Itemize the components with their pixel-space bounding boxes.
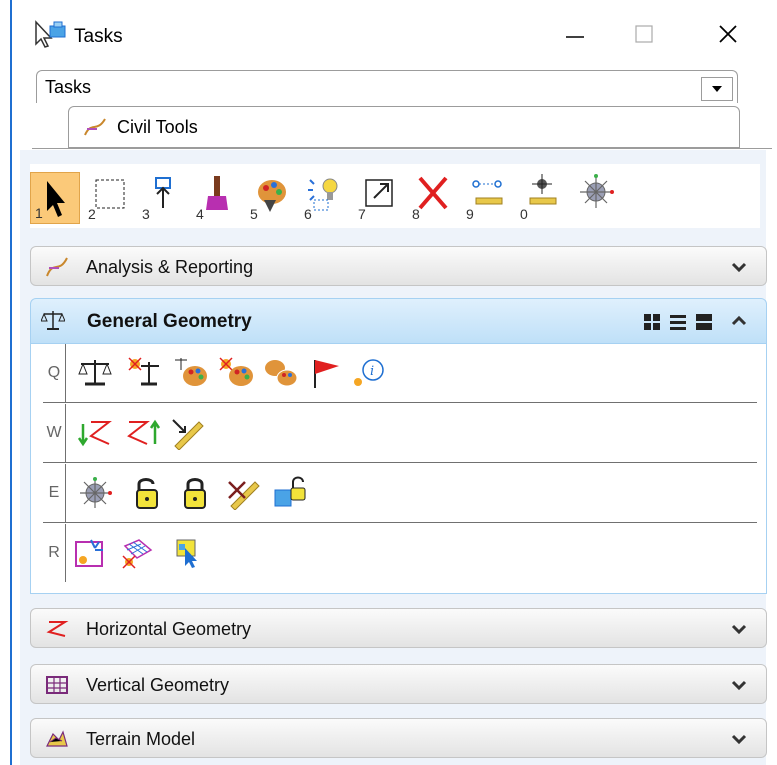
maximize-button[interactable] bbox=[621, 14, 667, 54]
row-key: Q bbox=[43, 344, 66, 402]
zigzag-up-icon[interactable] bbox=[125, 416, 161, 450]
group-horizontal-geometry[interactable]: Horizontal Geometry bbox=[30, 608, 767, 648]
tool-light-bulb[interactable]: 6 bbox=[300, 172, 350, 224]
tool-paint[interactable]: 4 bbox=[192, 172, 242, 224]
analysis-reporting-icon bbox=[46, 257, 68, 277]
general-geometry-tools: Q i W E R bbox=[30, 344, 767, 594]
chevron-down-icon bbox=[731, 734, 747, 745]
unlock-element-icon[interactable] bbox=[271, 476, 307, 510]
chevron-down-icon bbox=[731, 262, 747, 273]
terrain-model-icon bbox=[46, 730, 68, 747]
tool-number: 5 bbox=[250, 206, 258, 222]
tool-delete[interactable]: 8 bbox=[408, 172, 458, 224]
main-toolbar: 1 2 3 4 5 6 7 8 9 0 bbox=[30, 164, 760, 228]
chevron-down-icon bbox=[731, 624, 747, 635]
tool-row-r: R bbox=[43, 524, 757, 582]
title-bar[interactable]: Tasks bbox=[12, 0, 777, 70]
horizontal-geometry-icon bbox=[46, 621, 69, 637]
ruler-arrow-icon[interactable] bbox=[169, 416, 205, 450]
grid-view-icon[interactable] bbox=[642, 312, 662, 332]
maximize-icon bbox=[635, 25, 653, 43]
balance-icon bbox=[41, 311, 65, 330]
balance-icon[interactable] bbox=[77, 356, 113, 390]
minimize-icon bbox=[566, 36, 584, 38]
tool-number: 4 bbox=[196, 206, 204, 222]
civil-tools-tab[interactable]: Civil Tools bbox=[68, 106, 740, 148]
balance-spark-icon[interactable] bbox=[127, 356, 163, 390]
palette-pair-icon[interactable] bbox=[263, 356, 299, 390]
chevron-up-icon[interactable] bbox=[730, 312, 748, 330]
group-terrain-model[interactable]: Terrain Model bbox=[30, 718, 767, 758]
tool-number: 9 bbox=[466, 206, 474, 222]
highlight-point-icon[interactable] bbox=[73, 536, 109, 570]
detail-view-icon[interactable] bbox=[694, 312, 714, 332]
tool-select[interactable]: 1 bbox=[30, 172, 80, 224]
view-mode-switcher bbox=[642, 312, 714, 332]
zigzag-down-icon[interactable] bbox=[77, 416, 113, 450]
group-vertical-geometry[interactable]: Vertical Geometry bbox=[30, 664, 767, 704]
close-icon bbox=[719, 25, 737, 43]
tool-number: 2 bbox=[88, 206, 96, 222]
tab-divider bbox=[32, 148, 772, 149]
tool-snap[interactable] bbox=[570, 172, 620, 224]
row-key: E bbox=[43, 464, 66, 522]
ruler-cross-icon[interactable] bbox=[225, 476, 261, 510]
minimize-button[interactable] bbox=[552, 14, 598, 54]
flag-icon[interactable] bbox=[309, 356, 345, 390]
civil-tools-label: Civil Tools bbox=[117, 117, 198, 137]
tasks-tab[interactable]: Tasks bbox=[36, 70, 738, 103]
tool-number: 8 bbox=[412, 206, 420, 222]
mesh-spark-icon[interactable] bbox=[119, 536, 155, 570]
tasks-tab-label: Tasks bbox=[45, 77, 92, 97]
snap-icon bbox=[580, 174, 614, 208]
vertical-geometry-icon bbox=[46, 676, 68, 694]
select-cursor-icon[interactable] bbox=[171, 536, 207, 570]
group-label: Terrain Model bbox=[86, 729, 196, 749]
civil-tools-icon bbox=[84, 118, 106, 136]
tasks-dropdown-button[interactable] bbox=[701, 77, 733, 101]
balance-palette-icon[interactable] bbox=[173, 356, 209, 390]
lock-icon[interactable] bbox=[177, 476, 213, 510]
row-key: R bbox=[43, 524, 66, 582]
tool-scale[interactable]: 7 bbox=[354, 172, 404, 224]
dropdown-arrow-icon bbox=[712, 86, 722, 92]
tool-measure[interactable]: 9 bbox=[462, 172, 512, 224]
tool-number: 6 bbox=[304, 206, 312, 222]
desktop-edge bbox=[0, 0, 10, 765]
tool-number: 7 bbox=[358, 206, 366, 222]
snap-point-icon[interactable] bbox=[77, 476, 113, 510]
group-label: Vertical Geometry bbox=[86, 675, 230, 695]
tool-row-q: Q i bbox=[43, 344, 757, 403]
svg-text:i: i bbox=[370, 364, 374, 379]
group-label: Horizontal Geometry bbox=[86, 619, 252, 639]
open-lock-icon[interactable] bbox=[129, 476, 165, 510]
tool-place-element[interactable]: 3 bbox=[138, 172, 188, 224]
tasks-app-icon bbox=[35, 20, 66, 48]
tool-row-w: W bbox=[43, 404, 757, 463]
tool-row-e: E bbox=[43, 464, 757, 523]
tool-number: 1 bbox=[35, 205, 43, 221]
group-analysis-reporting[interactable]: Analysis & Reporting bbox=[30, 246, 767, 286]
group-label: General Geometry bbox=[87, 311, 252, 332]
group-general-geometry[interactable]: General Geometry bbox=[30, 298, 767, 344]
tool-number: 3 bbox=[142, 206, 150, 222]
info-spark-icon[interactable]: i bbox=[351, 356, 387, 390]
window-title: Tasks bbox=[74, 26, 123, 47]
list-view-icon[interactable] bbox=[668, 312, 688, 332]
tool-number: 0 bbox=[520, 206, 528, 222]
tool-palette[interactable]: 5 bbox=[246, 172, 296, 224]
row-key: W bbox=[43, 404, 66, 462]
tool-selection-rect[interactable]: 2 bbox=[84, 172, 134, 224]
close-button[interactable] bbox=[705, 14, 751, 54]
group-label: Analysis & Reporting bbox=[86, 257, 254, 277]
tool-crosshair-measure[interactable]: 0 bbox=[516, 172, 566, 224]
chevron-down-icon bbox=[731, 680, 747, 691]
palette-spark-icon[interactable] bbox=[219, 356, 255, 390]
